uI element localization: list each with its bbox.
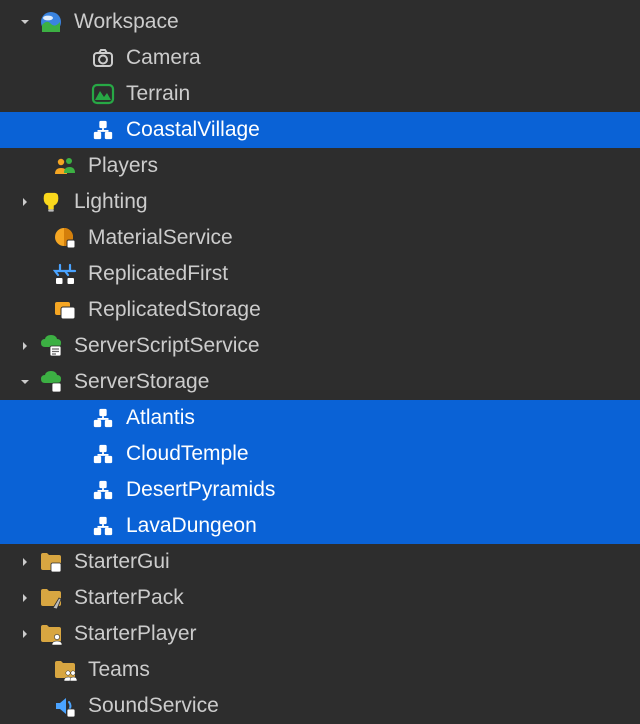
tree-item-replicatedstorage[interactable]: ReplicatedStorage bbox=[0, 292, 640, 328]
chevron-down-icon[interactable] bbox=[18, 15, 32, 29]
tree-item-label: Players bbox=[88, 148, 158, 184]
tree-item-coastalvillage[interactable]: CoastalVillage bbox=[0, 112, 640, 148]
tree-item-camera[interactable]: Camera bbox=[0, 40, 640, 76]
tree-item-cloudtemple[interactable]: CloudTemple bbox=[0, 436, 640, 472]
tree-item-label: ServerScriptService bbox=[74, 328, 260, 364]
tree-item-label: StarterGui bbox=[74, 544, 170, 580]
tree-item-label: LavaDungeon bbox=[126, 508, 257, 544]
starterpack-icon bbox=[38, 585, 64, 611]
tree-item-label: MaterialService bbox=[88, 220, 233, 256]
materialservice-icon bbox=[52, 225, 78, 251]
tree-item-materialservice[interactable]: MaterialService bbox=[0, 220, 640, 256]
lighting-icon bbox=[38, 189, 64, 215]
soundservice-icon bbox=[52, 693, 78, 719]
tree-item-starterpack[interactable]: StarterPack bbox=[0, 580, 640, 616]
tree-item-label: StarterPack bbox=[74, 580, 184, 616]
starterplayer-icon bbox=[38, 621, 64, 647]
chevron-right-icon[interactable] bbox=[18, 339, 32, 353]
camera-icon bbox=[90, 45, 116, 71]
serverstorage-icon bbox=[38, 369, 64, 395]
tree-item-lighting[interactable]: Lighting bbox=[0, 184, 640, 220]
startergui-icon bbox=[38, 549, 64, 575]
players-icon bbox=[52, 153, 78, 179]
chevron-right-icon[interactable] bbox=[18, 591, 32, 605]
tree-item-label: Workspace bbox=[74, 4, 179, 40]
chevron-down-icon[interactable] bbox=[18, 375, 32, 389]
replicatedfirst-icon bbox=[52, 261, 78, 287]
teams-icon bbox=[52, 657, 78, 683]
tree-item-label: Camera bbox=[126, 40, 201, 76]
replicatedstorage-icon bbox=[52, 297, 78, 323]
tree-item-replicatedfirst[interactable]: ReplicatedFirst bbox=[0, 256, 640, 292]
tree-item-label: ReplicatedFirst bbox=[88, 256, 228, 292]
tree-item-label: Teams bbox=[88, 652, 150, 688]
model-icon bbox=[90, 513, 116, 539]
workspace-icon bbox=[38, 9, 64, 35]
tree-item-serverstorage[interactable]: ServerStorage bbox=[0, 364, 640, 400]
chevron-right-icon[interactable] bbox=[18, 555, 32, 569]
tree-item-label: Atlantis bbox=[126, 400, 195, 436]
tree-item-label: ServerStorage bbox=[74, 364, 209, 400]
model-icon bbox=[90, 477, 116, 503]
tree-item-startergui[interactable]: StarterGui bbox=[0, 544, 640, 580]
model-icon bbox=[90, 117, 116, 143]
model-icon bbox=[90, 441, 116, 467]
tree-item-label: ReplicatedStorage bbox=[88, 292, 261, 328]
tree-item-label: SoundService bbox=[88, 688, 219, 724]
tree-item-label: Lighting bbox=[74, 184, 148, 220]
tree-item-label: StarterPlayer bbox=[74, 616, 197, 652]
chevron-right-icon[interactable] bbox=[18, 627, 32, 641]
tree-item-soundservice[interactable]: SoundService bbox=[0, 688, 640, 724]
tree-item-desertpyramids[interactable]: DesertPyramids bbox=[0, 472, 640, 508]
tree-item-lavadungeon[interactable]: LavaDungeon bbox=[0, 508, 640, 544]
serverscriptservice-icon bbox=[38, 333, 64, 359]
tree-item-atlantis[interactable]: Atlantis bbox=[0, 400, 640, 436]
tree-item-teams[interactable]: Teams bbox=[0, 652, 640, 688]
tree-item-starterplayer[interactable]: StarterPlayer bbox=[0, 616, 640, 652]
model-icon bbox=[90, 405, 116, 431]
tree-item-terrain[interactable]: Terrain bbox=[0, 76, 640, 112]
chevron-right-icon[interactable] bbox=[18, 195, 32, 209]
tree-item-label: CoastalVillage bbox=[126, 112, 260, 148]
terrain-icon bbox=[90, 81, 116, 107]
tree-item-serverscriptservice[interactable]: ServerScriptService bbox=[0, 328, 640, 364]
tree-item-players[interactable]: Players bbox=[0, 148, 640, 184]
explorer-tree: Workspace Camera Terrain bbox=[0, 0, 640, 724]
tree-item-label: Terrain bbox=[126, 76, 190, 112]
tree-item-label: DesertPyramids bbox=[126, 472, 275, 508]
tree-item-workspace[interactable]: Workspace bbox=[0, 4, 640, 40]
tree-item-label: CloudTemple bbox=[126, 436, 249, 472]
